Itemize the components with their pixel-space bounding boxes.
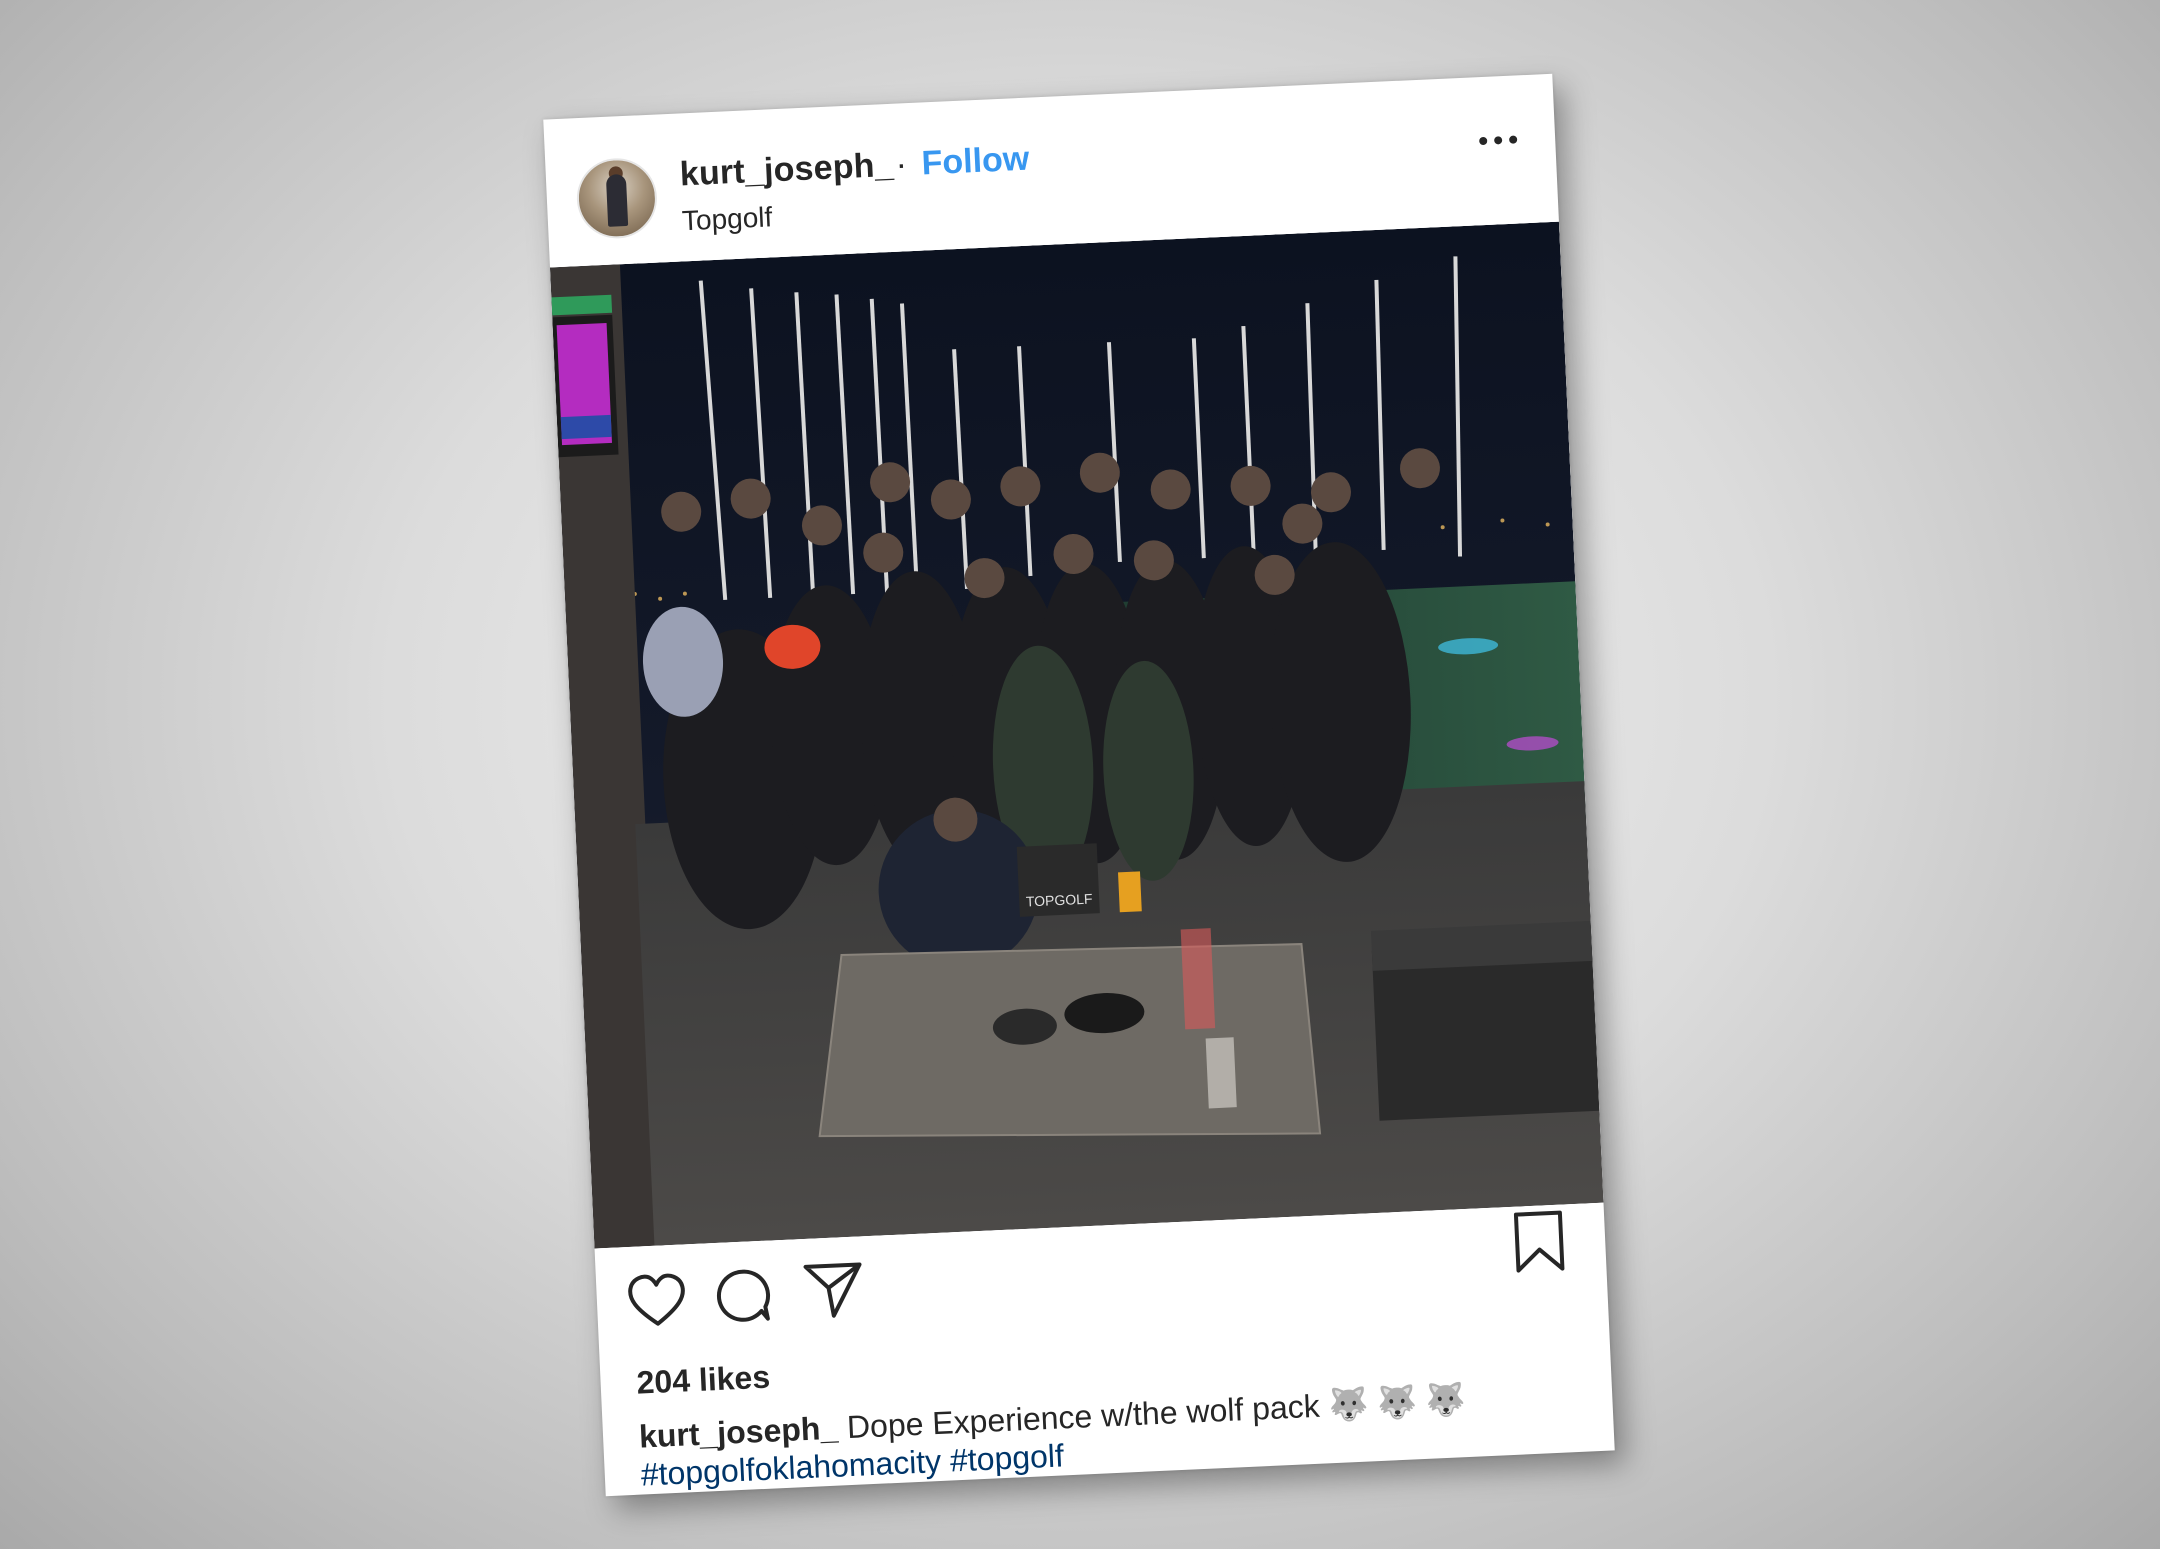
share-icon[interactable] xyxy=(801,1258,866,1326)
follow-button[interactable]: Follow xyxy=(921,140,1030,184)
likes-count[interactable]: 204 likes xyxy=(636,1359,771,1402)
caption-text: Dope Experience w/the wolf pack 🐺 🐺 🐺 xyxy=(846,1381,1467,1446)
separator-dot: · xyxy=(894,145,908,184)
instagram-post-card: kurt_joseph_ · Follow Topgolf TOPGOLF 20… xyxy=(543,73,1615,1497)
heart-icon[interactable] xyxy=(626,1270,689,1334)
post-username[interactable]: kurt_joseph_ xyxy=(679,146,895,195)
post-caption: kurt_joseph_ Dope Experience w/the wolf … xyxy=(638,1372,1569,1458)
caption-username[interactable]: kurt_joseph_ xyxy=(638,1410,839,1455)
post-photo[interactable]: TOPGOLF xyxy=(549,221,1604,1249)
avatar[interactable] xyxy=(575,156,659,241)
bookmark-icon[interactable] xyxy=(1512,1208,1567,1279)
more-options-icon[interactable] xyxy=(1479,135,1520,149)
post-location[interactable]: Topgolf xyxy=(681,201,773,237)
comment-icon[interactable] xyxy=(711,1264,774,1332)
topgolf-sign: TOPGOLF xyxy=(1026,891,1093,910)
hashtag-link[interactable]: #topgolf xyxy=(949,1437,1064,1478)
